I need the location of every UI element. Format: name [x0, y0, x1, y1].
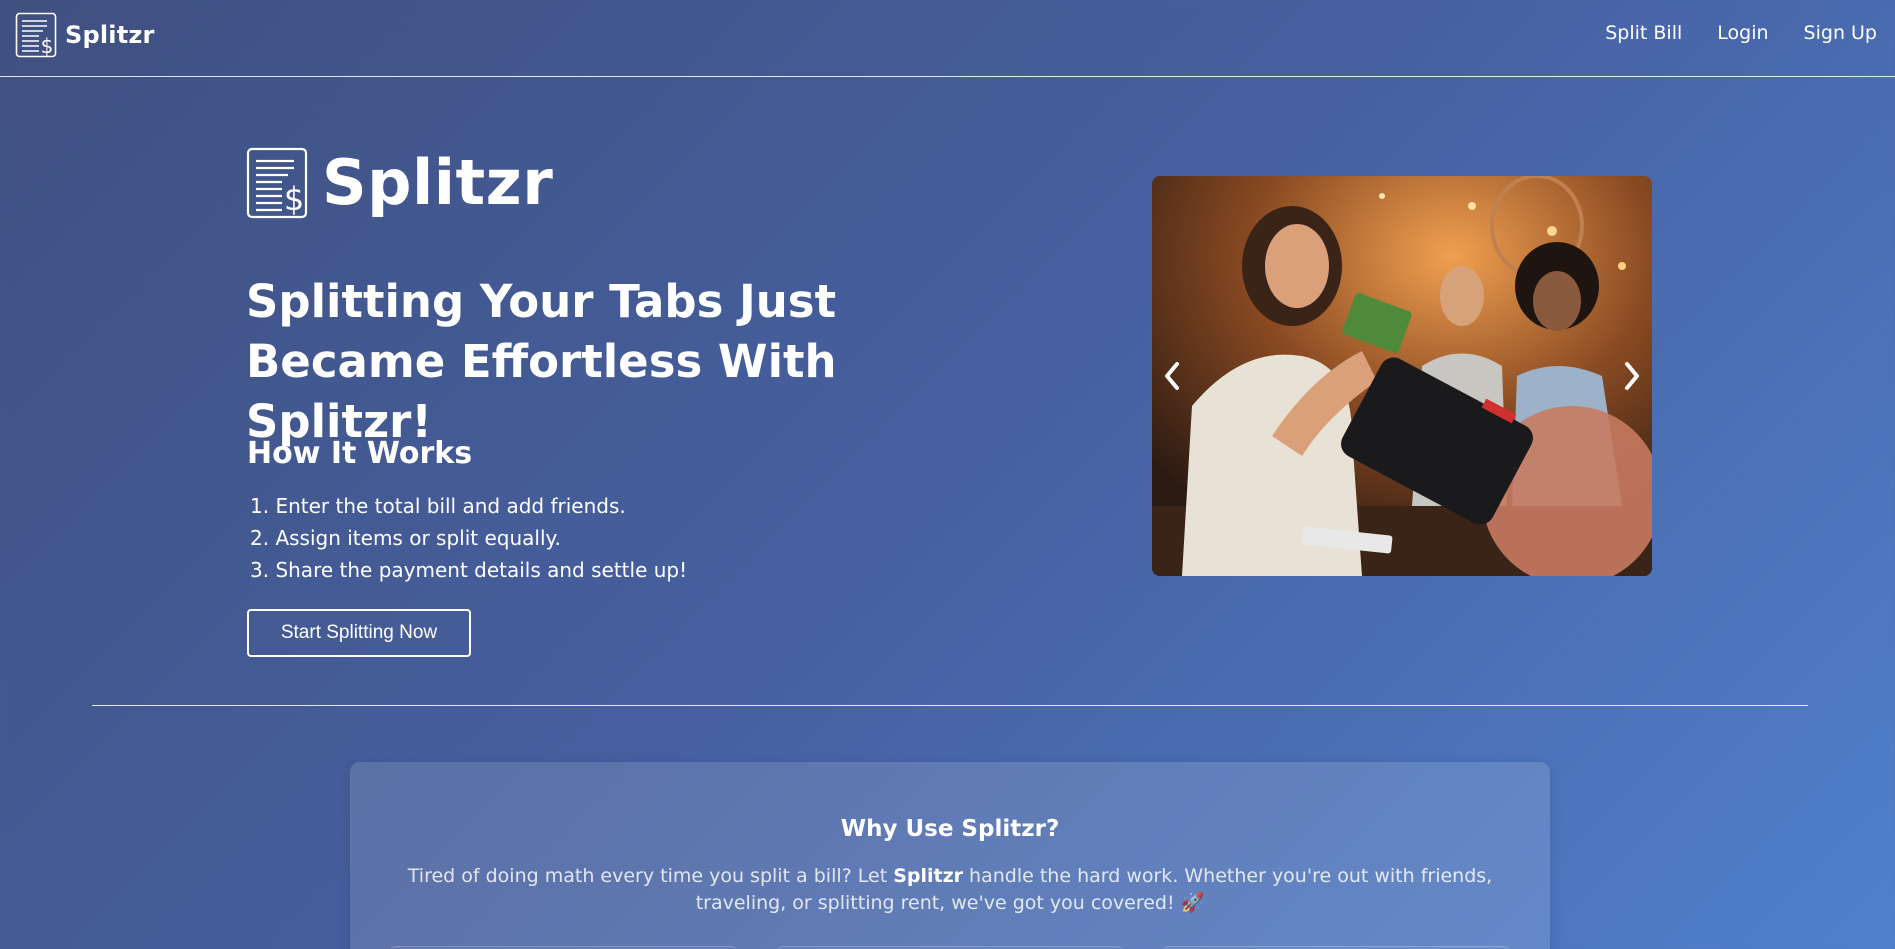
hero-headline: Splitting Your Tabs Just Became Effortle… — [246, 275, 837, 448]
receipt-dollar-icon: $ — [246, 147, 308, 218]
chevron-left-icon — [1165, 362, 1179, 390]
why-title: Why Use Splitzr? — [840, 816, 1060, 842]
carousel-prev-button[interactable] — [1152, 176, 1192, 576]
hero-logo: $ Splitzr — [246, 146, 553, 219]
chevron-right-icon — [1625, 362, 1639, 390]
section-divider — [92, 705, 1808, 706]
start-splitting-button[interactable]: Start Splitting Now — [247, 609, 471, 657]
carousel-next-button[interactable] — [1612, 176, 1652, 576]
why-text-brand: Splitzr — [893, 865, 964, 887]
how-it-works-title: How It Works — [247, 436, 473, 471]
nav-link-split-bill[interactable]: Split Bill — [1605, 22, 1682, 44]
step-item: 2. Assign items or split equally. — [250, 526, 561, 550]
brand[interactable]: $ Splitzr — [15, 12, 155, 58]
svg-text:$: $ — [284, 180, 304, 218]
step-item: 3. Share the payment details and settle … — [250, 558, 688, 582]
nav-links: Split Bill Login Sign Up — [1605, 22, 1877, 44]
svg-text:$: $ — [41, 34, 54, 58]
why-text-before: Tired of doing math every time you split… — [407, 865, 894, 887]
nav-link-login[interactable]: Login — [1717, 22, 1768, 44]
why-card: Why Use Splitzr? Tired of doing math eve… — [350, 762, 1550, 949]
brand-name[interactable]: Splitzr — [65, 21, 155, 49]
why-description: Tired of doing math every time you split… — [390, 863, 1510, 917]
receipt-dollar-icon: $ — [15, 12, 57, 58]
step-item: 1. Enter the total bill and add friends. — [250, 494, 626, 518]
hero-logo-text: Splitzr — [322, 146, 554, 219]
navbar: $ Splitzr Split Bill Login Sign Up — [0, 0, 1895, 77]
nav-link-sign-up[interactable]: Sign Up — [1804, 22, 1877, 44]
carousel-photo — [1152, 176, 1652, 576]
hero-carousel — [1152, 176, 1652, 576]
steps-list: 1. Enter the total bill and add friends.… — [250, 490, 687, 586]
